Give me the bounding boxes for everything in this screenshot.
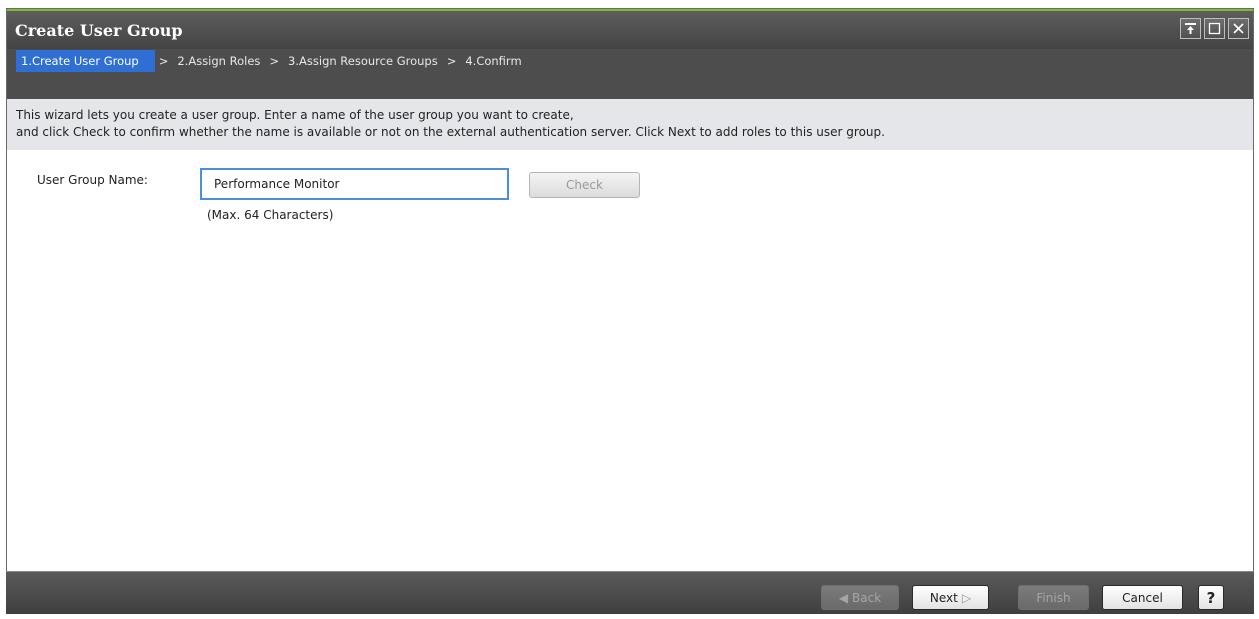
wizard-steps-bar: 1.Create User Group > 2.Assign Roles > 3… xyxy=(7,49,1253,99)
cancel-button[interactable]: Cancel xyxy=(1102,585,1183,610)
title-bar: Create User Group xyxy=(7,11,1253,49)
next-arrow-icon: ▷ xyxy=(961,590,972,605)
dialog-footer: ◀ Back Next ▷ Finish Cancel ? xyxy=(6,571,1254,614)
help-button[interactable]: ? xyxy=(1198,585,1224,610)
maximize-icon[interactable] xyxy=(1204,18,1225,39)
window-controls xyxy=(1180,18,1249,39)
user-group-name-input[interactable] xyxy=(200,168,509,200)
close-icon[interactable] xyxy=(1228,18,1249,39)
step-confirm: 4.Confirm xyxy=(465,54,522,68)
user-group-name-label: User Group Name: xyxy=(37,173,148,187)
next-button-label: Next xyxy=(929,590,958,605)
cancel-button-label: Cancel xyxy=(1122,590,1163,605)
description-line-2: and click Check to confirm whether the n… xyxy=(16,125,885,139)
step-assign-roles: 2.Assign Roles xyxy=(177,54,261,68)
pin-icon[interactable] xyxy=(1180,18,1201,39)
wizard-steps: 1.Create User Group > 2.Assign Roles > 3… xyxy=(16,50,527,72)
back-button-label: Back xyxy=(852,590,882,605)
check-button[interactable]: Check xyxy=(529,172,640,198)
step-separator: > xyxy=(446,54,457,68)
next-button[interactable]: Next ▷ xyxy=(912,585,989,610)
step-separator: > xyxy=(269,54,280,68)
create-user-group-dialog: Create User Group 1.Create User Group > … xyxy=(6,8,1254,614)
back-button[interactable]: ◀ Back xyxy=(821,585,899,610)
finish-button-label: Finish xyxy=(1036,590,1071,605)
step-separator: > xyxy=(158,54,169,68)
finish-button[interactable]: Finish xyxy=(1018,585,1089,610)
step-assign-resource-groups: 3.Assign Resource Groups xyxy=(288,54,438,68)
wizard-description: This wizard lets you create a user group… xyxy=(7,99,1253,150)
dialog-title: Create User Group xyxy=(15,21,183,40)
description-line-1: This wizard lets you create a user group… xyxy=(16,108,574,122)
step-create-user-group: 1.Create User Group xyxy=(16,50,155,72)
back-arrow-icon: ◀ xyxy=(838,590,849,605)
max-characters-hint: (Max. 64 Characters) xyxy=(207,208,334,222)
